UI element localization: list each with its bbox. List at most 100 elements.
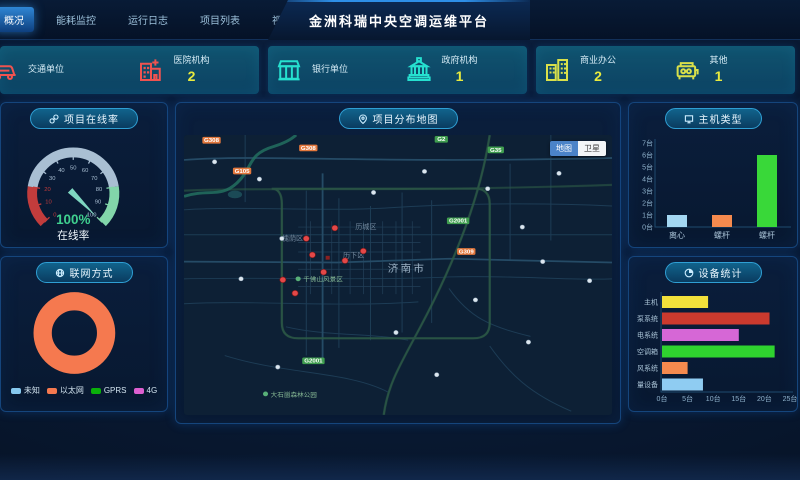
svg-text:G2: G2 bbox=[437, 137, 446, 143]
road-badge: G2001 bbox=[302, 357, 324, 364]
topbar: 概况 能耗监控 运行日志 项目列表 视频监控 金洲科瑞中央空调运维平台 bbox=[0, 0, 800, 40]
bar[interactable] bbox=[712, 215, 732, 227]
stat-card-1: 交通单位 医院机构 2 bbox=[0, 46, 259, 94]
bar[interactable] bbox=[667, 215, 687, 227]
legend-ethernet[interactable]: 以太网 bbox=[47, 385, 84, 396]
svg-text:20台: 20台 bbox=[757, 394, 772, 403]
svg-text:4台: 4台 bbox=[642, 175, 653, 184]
road-badge: G2 bbox=[435, 136, 448, 143]
map-canvas[interactable]: G308 G308 G105 G309 G35 G2001 G2001 G2 济… bbox=[184, 135, 612, 415]
tab-run-log[interactable]: 运行日志 bbox=[118, 7, 178, 32]
device-stats-bar-chart[interactable]: 主机 泵系统 电系统 空调箱 风系统 量设备 0台5台10台15台20台25台 bbox=[629, 283, 797, 409]
stat-label: 医院机构 bbox=[174, 55, 210, 67]
map-button[interactable]: 地图 bbox=[550, 141, 578, 156]
park-marker[interactable] bbox=[263, 392, 268, 397]
svg-text:10台: 10台 bbox=[706, 394, 721, 403]
page-title: 金洲科瑞中央空调运维平台 bbox=[309, 11, 489, 30]
online-rate-gauge[interactable]: 0 10 20 30 40 50 60 70 80 90 100 100% 在线… bbox=[1, 129, 167, 249]
road-badge: G309 bbox=[457, 248, 475, 255]
panel-network-header: 联网方式 bbox=[36, 262, 133, 283]
legend-unknown[interactable]: 未知 bbox=[11, 385, 40, 396]
project-marker[interactable] bbox=[360, 248, 366, 254]
map-city-label: 济南市 bbox=[388, 262, 426, 275]
map-container: G308 G308 G105 G309 G35 G2001 G2001 G2 济… bbox=[184, 135, 612, 415]
panel-map-header: 项目分布地图 bbox=[339, 108, 458, 129]
bar[interactable] bbox=[662, 362, 688, 374]
legend-4g[interactable]: 4G bbox=[134, 386, 158, 395]
svg-text:G35: G35 bbox=[490, 148, 502, 154]
project-marker[interactable] bbox=[309, 252, 315, 258]
network-donut-chart[interactable] bbox=[1, 283, 167, 383]
nav-tabs: 概况 能耗监控 运行日志 项目列表 视频监控 bbox=[0, 7, 322, 32]
bar[interactable] bbox=[662, 329, 739, 341]
svg-text:90: 90 bbox=[95, 199, 101, 205]
bar[interactable] bbox=[662, 346, 775, 358]
pie-chart-icon bbox=[684, 268, 694, 278]
project-marker[interactable] bbox=[326, 256, 330, 260]
left-column: 项目在线率 0 10 20 30 40 50 60 70 bbox=[0, 102, 168, 424]
host-type-bar-chart[interactable]: 0台1台2台3台4台5台6台7台 离心 螺杆 螺杆 bbox=[629, 129, 797, 245]
svg-text:10: 10 bbox=[45, 199, 51, 205]
bar[interactable] bbox=[757, 155, 777, 227]
bar-category-label: 主机 bbox=[644, 298, 658, 307]
project-marker[interactable] bbox=[321, 269, 327, 275]
stat-label: 银行单位 bbox=[312, 64, 348, 76]
map-pin-icon bbox=[358, 114, 368, 124]
right-column: 主机类型 0台1台2台3台4台5台6台7台 离心 螺杆 螺杆 设备统计 bbox=[628, 102, 798, 424]
road-badge: G2001 bbox=[447, 217, 469, 224]
stat-label: 其他 bbox=[710, 55, 728, 67]
panel-network: 联网方式 未知 以太网 GPRS 4G bbox=[0, 256, 168, 412]
tab-overview[interactable]: 概况 bbox=[0, 7, 34, 32]
panel-title: 联网方式 bbox=[70, 265, 114, 280]
link-icon bbox=[49, 114, 59, 124]
title-panel: 金洲科瑞中央空调运维平台 bbox=[268, 0, 530, 40]
svg-text:G309: G309 bbox=[459, 250, 475, 256]
svg-text:80: 80 bbox=[96, 187, 102, 193]
tab-project-list[interactable]: 项目列表 bbox=[190, 7, 250, 32]
stat-traffic: 交通单位 bbox=[0, 46, 130, 94]
svg-text:0台: 0台 bbox=[642, 223, 653, 232]
stats-row: 交通单位 医院机构 2 bbox=[0, 46, 795, 94]
project-marker[interactable] bbox=[292, 290, 298, 296]
network-legend: 未知 以太网 GPRS 4G bbox=[1, 385, 167, 396]
stat-card-2: 银行单位 政府机构 1 bbox=[268, 46, 527, 94]
svg-text:G2001: G2001 bbox=[449, 219, 468, 225]
bank-icon bbox=[274, 55, 304, 85]
bar[interactable] bbox=[662, 296, 708, 308]
project-marker[interactable] bbox=[342, 258, 348, 264]
bar[interactable] bbox=[662, 379, 703, 391]
machine-icon bbox=[672, 55, 702, 85]
bar[interactable] bbox=[662, 313, 770, 325]
svg-text:70: 70 bbox=[91, 176, 97, 182]
project-marker[interactable] bbox=[303, 236, 309, 242]
svg-text:2台: 2台 bbox=[642, 199, 653, 208]
map-district-label: 槐荫区 bbox=[282, 234, 303, 243]
legend-swatch bbox=[134, 388, 144, 394]
hospital-icon bbox=[136, 55, 166, 85]
project-marker[interactable] bbox=[332, 225, 338, 231]
stat-label: 政府机构 bbox=[442, 55, 478, 67]
legend-label: 4G bbox=[147, 386, 158, 395]
gauge-value: 100% bbox=[56, 212, 90, 227]
panel-title: 设备统计 bbox=[699, 265, 743, 280]
tab-energy-monitor[interactable]: 能耗监控 bbox=[46, 7, 106, 32]
bar-category-label: 离心 bbox=[669, 230, 685, 240]
svg-text:5台: 5台 bbox=[642, 163, 653, 172]
park-marker[interactable] bbox=[296, 276, 301, 281]
svg-text:1台: 1台 bbox=[642, 211, 653, 220]
car-icon bbox=[0, 55, 20, 85]
bar-category-label: 泵系统 bbox=[637, 314, 658, 323]
map-poi-label: 大石崮森林公园 bbox=[271, 390, 317, 399]
stat-office: 商业办公 2 bbox=[536, 46, 666, 94]
project-marker[interactable] bbox=[280, 277, 286, 283]
stat-bank: 银行单位 bbox=[268, 46, 398, 94]
stat-label: 商业办公 bbox=[580, 55, 616, 67]
map-poi-label: 千佛山风景区 bbox=[303, 275, 343, 284]
satellite-button[interactable]: 卫星 bbox=[578, 141, 606, 156]
panel-device-stats: 设备统计 主机 泵系统 电系统 空调箱 风系统 量设备 0台5台10台15台20… bbox=[628, 256, 798, 412]
stat-value: 1 bbox=[710, 67, 728, 85]
legend-gprs[interactable]: GPRS bbox=[91, 386, 127, 395]
svg-text:7台: 7台 bbox=[642, 139, 653, 148]
bar-category-label: 风系统 bbox=[637, 364, 658, 373]
panel-host-type: 主机类型 0台1台2台3台4台5台6台7台 离心 螺杆 螺杆 bbox=[628, 102, 798, 248]
